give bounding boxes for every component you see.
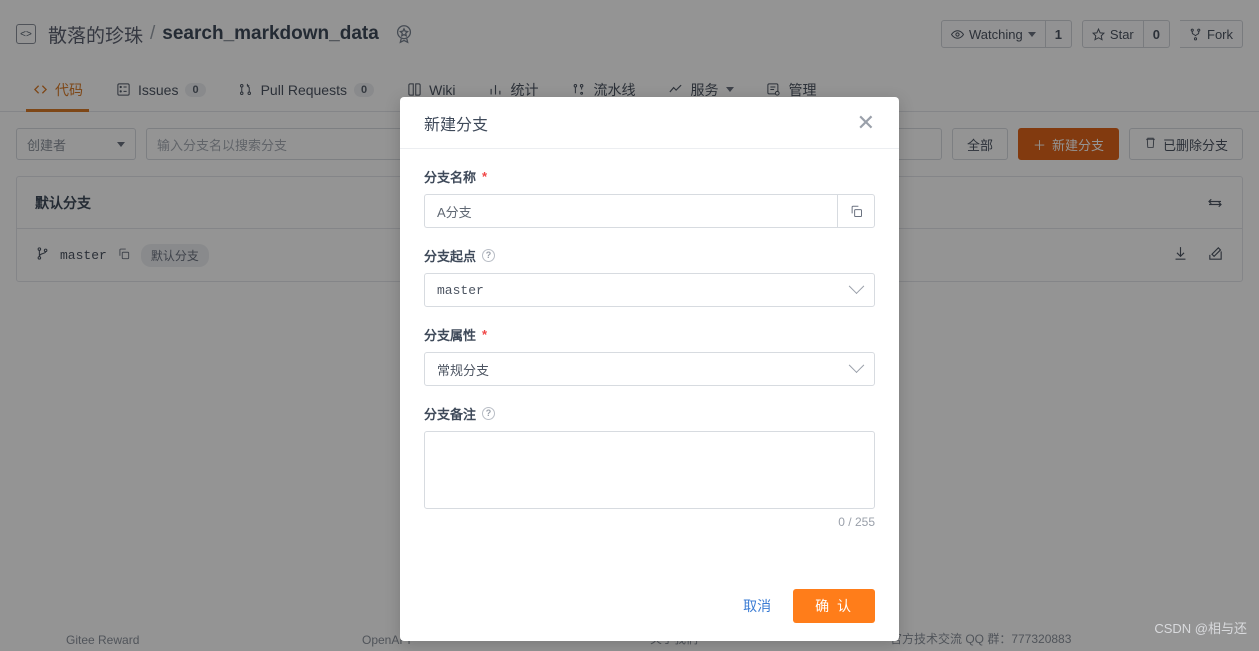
character-counter: 0 / 255 [838, 515, 875, 529]
question-icon[interactable]: ? [482, 407, 496, 420]
branch-source-label-row: 分支起点 ? [424, 246, 875, 265]
field-branch-source: 分支起点 ? master [424, 246, 875, 307]
branch-remark-label: 分支备注 [424, 407, 477, 422]
field-branch-name: 分支名称 * A分支 [424, 167, 875, 228]
required-marker: * [482, 327, 488, 342]
branch-name-input-wrap: A分支 [424, 194, 875, 228]
branch-attribute-value: 常规分支 [437, 362, 490, 378]
branch-remark-textarea[interactable] [424, 431, 875, 509]
copy-icon[interactable] [837, 194, 875, 228]
cancel-button[interactable]: 取消 [743, 596, 771, 616]
dialog-footer: 取消 确 认 [400, 571, 899, 641]
branch-attribute-label-row: 分支属性 * [424, 325, 875, 344]
branch-name-label: 分支名称 [424, 170, 477, 185]
branch-source-select[interactable]: master [424, 273, 875, 307]
branch-attribute-label: 分支属性 [424, 328, 477, 343]
dialog-header: 新建分支 ✕ [400, 97, 899, 149]
required-marker: * [482, 169, 488, 184]
dialog-body: 分支名称 * A分支 分支起点 ? master 分支属性 * 常规分支 分支备… [400, 149, 899, 571]
branch-remark-label-row: 分支备注 ? [424, 404, 875, 423]
branch-attribute-select[interactable]: 常规分支 [424, 352, 875, 386]
new-branch-dialog: 新建分支 ✕ 分支名称 * A分支 分支起点 ? master 分支属性 * 常… [400, 97, 899, 641]
branch-source-value: master [437, 282, 484, 298]
branch-source-label: 分支起点 [424, 249, 477, 264]
dialog-title: 新建分支 [424, 116, 489, 134]
csdn-watermark: CSDN @相与还 [1154, 621, 1247, 636]
branch-name-input[interactable]: A分支 [424, 194, 837, 228]
close-icon[interactable]: ✕ [857, 111, 875, 134]
field-branch-remark: 分支备注 ? 0 / 255 [424, 404, 875, 529]
chevron-down-icon [848, 356, 865, 373]
chevron-down-icon [848, 277, 865, 294]
confirm-button[interactable]: 确 认 [793, 589, 875, 623]
field-branch-attribute: 分支属性 * 常规分支 [424, 325, 875, 386]
question-icon[interactable]: ? [482, 249, 496, 262]
branch-name-label-row: 分支名称 * [424, 167, 875, 186]
